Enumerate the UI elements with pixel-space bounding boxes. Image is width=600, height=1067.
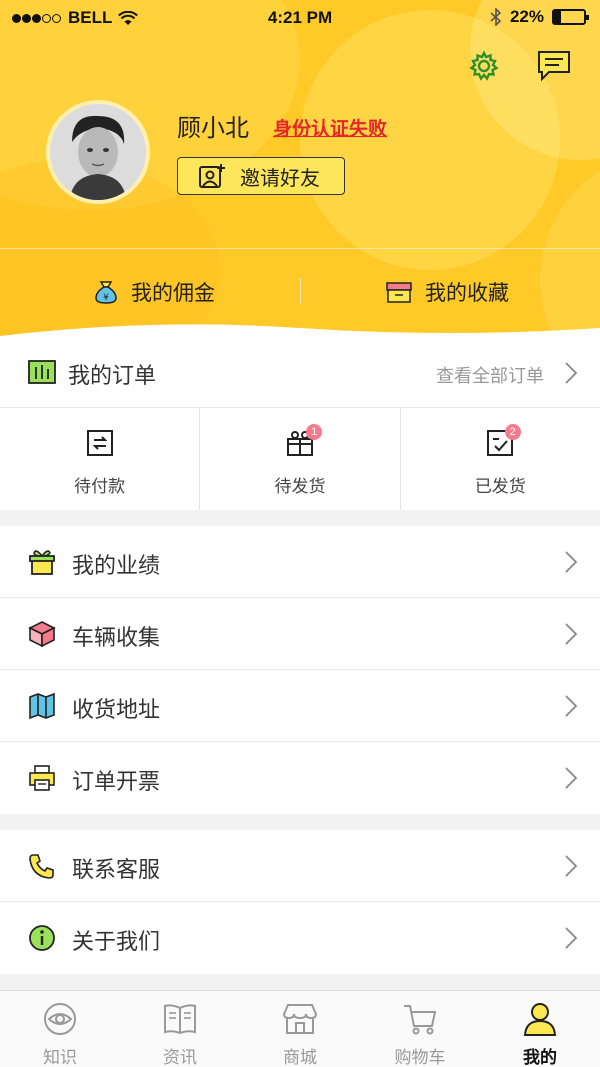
messages-button[interactable] — [534, 46, 574, 86]
battery-percent: 22% — [509, 7, 544, 26]
gear-icon — [469, 50, 499, 81]
chevron-right-icon — [565, 767, 578, 789]
order-status-label: 待付款 — [74, 477, 126, 496]
menu-item-label: 订单开票 — [72, 769, 161, 794]
settings-button[interactable] — [464, 46, 504, 86]
status-bar: BELL 4:21 PM 22% — [0, 0, 600, 36]
favorites-box-icon — [386, 282, 412, 303]
header-divider — [0, 248, 600, 249]
menu-group-primary: 我的业绩 车辆收集 收货地址 订单开票 — [0, 526, 600, 814]
info-icon — [29, 925, 55, 951]
map-icon — [29, 692, 55, 720]
menu-item-contact-support[interactable]: 联系客服 — [0, 830, 600, 902]
order-status-label: 待发货 — [274, 477, 326, 496]
count-badge: 2 — [504, 424, 521, 440]
chevron-right-icon — [565, 362, 578, 384]
header-divider — [300, 278, 301, 304]
cart-icon — [404, 1005, 437, 1035]
avatar[interactable] — [46, 100, 150, 204]
tab-me[interactable]: 我的 — [480, 991, 600, 1067]
count-badge: 1 — [306, 424, 323, 440]
auth-status-link[interactable]: 身份认证失败 — [273, 114, 387, 141]
menu-item-label: 车辆收集 — [72, 625, 161, 650]
money-bag-icon: ¥ — [95, 281, 117, 304]
profile-header: BELL 4:21 PM 22% 顾小北 身份认证失败 邀请好友 ¥ 我的佣金 … — [0, 0, 600, 340]
user-name: 顾小北 — [177, 115, 249, 142]
my-orders-title: 我的订单 — [68, 363, 157, 388]
my-favorites-label: 我的收藏 — [425, 282, 509, 305]
menu-item-label: 关于我们 — [72, 929, 161, 954]
order-status-grid: 待付款 1 待发货 2 已发货 — [0, 408, 600, 510]
menu-item-vehicle-collection[interactable]: 车辆收集 — [0, 598, 600, 670]
eye-icon — [44, 1003, 76, 1035]
order-pending-shipment[interactable]: 1 待发货 — [200, 408, 401, 510]
phone-icon — [29, 854, 54, 879]
store-icon — [282, 1004, 318, 1034]
order-shipped[interactable]: 2 已发货 — [401, 408, 600, 510]
book-icon — [164, 1004, 196, 1035]
tab-news[interactable]: 资讯 — [120, 991, 240, 1067]
bottom-tab-bar: 知识 资讯 商城 购物车 我的 — [0, 990, 600, 1067]
menu-item-label: 我的业绩 — [72, 553, 161, 578]
menu-item-invoice[interactable]: 订单开票 — [0, 742, 600, 814]
gift-icon — [29, 550, 55, 575]
box-icon — [28, 621, 56, 648]
tab-label: 知识 — [43, 1048, 77, 1067]
view-all-orders-link[interactable]: 查看全部订单 — [436, 362, 544, 388]
battery-icon — [552, 9, 589, 25]
menu-item-about-us[interactable]: 关于我们 — [0, 902, 600, 974]
add-friend-icon — [199, 164, 225, 188]
printer-icon — [29, 765, 55, 791]
my-orders-header[interactable]: 我的订单 查看全部订单 — [0, 336, 600, 408]
tab-label: 资讯 — [163, 1048, 197, 1067]
chevron-right-icon — [565, 623, 578, 645]
order-pending-payment[interactable]: 待付款 — [0, 408, 201, 510]
order-status-label: 已发货 — [474, 477, 526, 496]
pending-payment-icon — [86, 430, 113, 456]
avatar-photo — [50, 104, 146, 200]
tab-cart[interactable]: 购物车 — [360, 991, 480, 1067]
message-icon — [538, 51, 570, 82]
orders-chart-icon — [28, 360, 56, 384]
tab-label: 商城 — [283, 1048, 317, 1067]
my-commission-label: 我的佣金 — [131, 282, 215, 305]
svg-text:¥: ¥ — [103, 293, 109, 303]
menu-group-secondary: 联系客服 关于我们 — [0, 830, 600, 974]
my-commission-link[interactable]: ¥ 我的佣金 — [93, 277, 215, 307]
tab-knowledge[interactable]: 知识 — [0, 991, 120, 1067]
my-favorites-link[interactable]: 我的收藏 — [385, 277, 509, 307]
menu-item-shipping-address[interactable]: 收货地址 — [0, 670, 600, 742]
tab-mall[interactable]: 商城 — [240, 991, 360, 1067]
menu-item-label: 联系客服 — [72, 857, 161, 882]
chevron-right-icon — [565, 855, 578, 877]
invite-friends-button[interactable]: 邀请好友 — [177, 157, 345, 195]
menu-item-label: 收货地址 — [72, 697, 161, 722]
user-icon — [523, 1003, 557, 1036]
bluetooth-icon — [490, 8, 502, 26]
invite-label: 邀请好友 — [240, 167, 320, 190]
menu-item-performance[interactable]: 我的业绩 — [0, 526, 600, 598]
tab-label: 我的 — [523, 1048, 557, 1067]
chevron-right-icon — [565, 927, 578, 949]
chevron-right-icon — [565, 551, 578, 573]
tab-label: 购物车 — [394, 1048, 446, 1067]
chevron-right-icon — [565, 695, 578, 717]
